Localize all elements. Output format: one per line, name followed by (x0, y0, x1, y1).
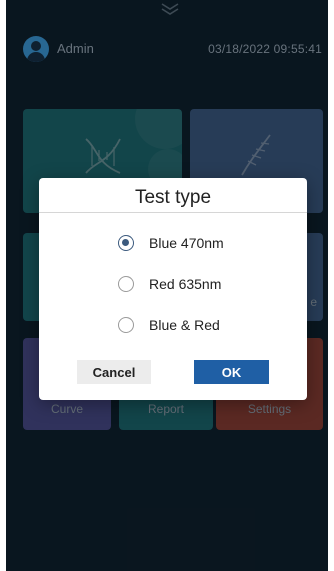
option-label: Blue 470nm (149, 235, 224, 251)
main-screen: Admin 03/18/2022 09:55:41 e Curve Report… (6, 0, 328, 571)
radio-selected-icon[interactable] (118, 235, 134, 251)
radio-unselected-icon[interactable] (118, 317, 134, 333)
dialog-divider (39, 212, 307, 213)
option-blue-and-red[interactable]: Blue & Red (118, 316, 278, 338)
test-type-dialog: Test type Blue 470nm Red 635nm Blue & Re… (39, 178, 307, 400)
cancel-button[interactable]: Cancel (77, 360, 151, 384)
radio-unselected-icon[interactable] (118, 276, 134, 292)
option-label: Blue & Red (149, 317, 220, 333)
ok-button[interactable]: OK (194, 360, 269, 384)
option-blue-470nm[interactable]: Blue 470nm (118, 234, 278, 256)
option-label: Red 635nm (149, 276, 222, 292)
dialog-title: Test type (134, 187, 212, 208)
option-red-635nm[interactable]: Red 635nm (118, 275, 278, 297)
